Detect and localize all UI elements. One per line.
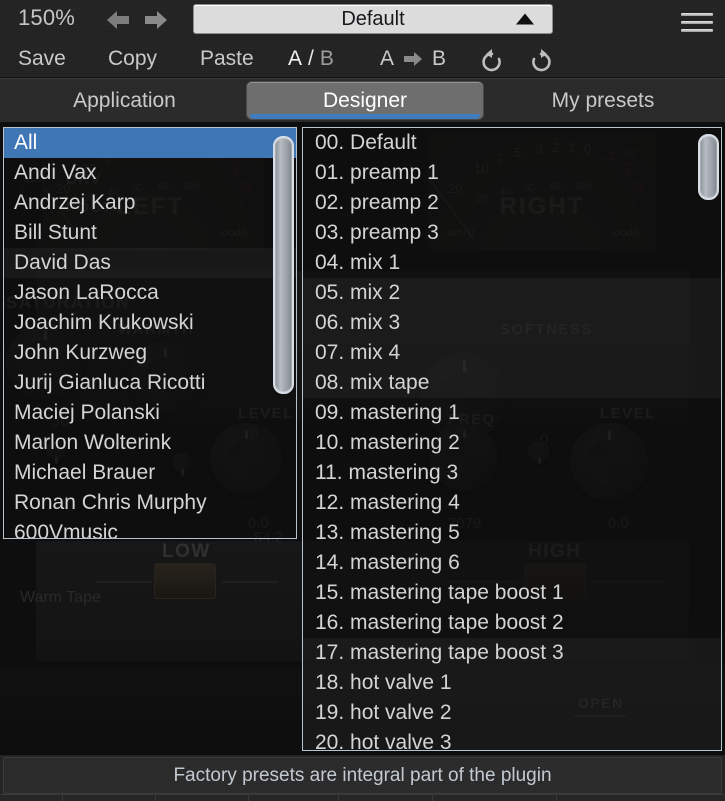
list-item[interactable]: Jurij Gianluca Ricotti [4,368,296,398]
plugin-preset-browser-window: 20 10 7 5 3 2 1 0 20 40 60 80 100 1 2 3 [0,0,725,801]
preset-nav-arrows [105,7,175,33]
save-button[interactable]: Save [18,40,66,78]
list-item[interactable]: 05. mix 2 [303,278,721,308]
list-item[interactable]: Jason LaRocca [4,278,296,308]
preset-select-combobox[interactable]: Default [193,4,553,34]
list-item[interactable]: Bill Stunt [4,218,296,248]
preset-list-scrollbar[interactable] [698,132,719,746]
toolbar: Save Copy Paste A / B A B [0,40,725,78]
list-item[interactable]: Ronan Chris Murphy [4,488,296,518]
list-item[interactable]: John Kurzweg [4,338,296,368]
designer-list-scroll-thumb[interactable] [273,136,294,394]
list-item[interactable]: Michael Brauer [4,458,296,488]
status-message: Factory presets are integral part of the… [173,764,552,786]
list-item[interactable]: 09. mastering 1 [303,398,721,428]
list-item[interactable]: 15. mastering tape boost 1 [303,578,721,608]
list-item[interactable]: 13. mastering 5 [303,518,721,548]
tab-bar: Application Designer My presets [0,78,725,123]
copy-button[interactable]: Copy [108,40,157,78]
list-item[interactable]: David Das [4,248,296,278]
arrow-right-icon [401,49,425,69]
undo-icon[interactable] [478,46,506,74]
status-bar: Factory presets are integral part of the… [3,757,722,794]
list-item[interactable]: 17. mastering tape boost 3 [303,638,721,668]
preset-list[interactable]: 00. Default 01. preamp 1 02. preamp 2 03. p… [303,128,721,750]
ab-copy-a: A [380,47,395,70]
list-item[interactable]: 12. mastering 4 [303,488,721,518]
list-item[interactable]: 18. hot valve 1 [303,668,721,698]
ab-compare-button[interactable]: A / B [288,40,334,78]
list-item[interactable]: 10. mastering 2 [303,428,721,458]
preset-select-value: Default [341,7,405,30]
ab-compare-a: A [288,47,303,70]
list-item[interactable]: Joachim Krukowski [4,308,296,338]
list-item[interactable]: 16. mastering tape boost 2 [303,608,721,638]
list-item[interactable]: All [4,128,296,158]
list-item[interactable]: 00. Default [303,128,721,158]
list-item[interactable]: 11. mastering 3 [303,458,721,488]
list-item[interactable]: 01. preamp 1 [303,158,721,188]
list-item[interactable]: 20. hot valve 3 [303,728,721,750]
arrow-left-icon[interactable] [105,7,135,33]
list-item[interactable]: 07. mix 4 [303,338,721,368]
designer-list-pane: All Andi Vax Andrzej Karp Bill Stunt David D… [3,127,297,539]
list-item[interactable]: Andrzej Karp [4,188,296,218]
list-item[interactable]: 600Vmusic [4,518,296,538]
hamburger-menu-icon[interactable] [679,8,715,32]
list-item[interactable]: 04. mix 1 [303,248,721,278]
ab-compare-b: B [319,47,334,70]
preset-list-pane: 00. Default 01. preamp 1 02. preamp 2 03. p… [302,127,722,751]
list-item[interactable]: 08. mix tape [303,368,721,398]
tab-designer[interactable]: Designer [247,82,483,119]
list-item[interactable]: 19. hot valve 2 [303,698,721,728]
bottom-strip [0,794,725,801]
list-item[interactable]: 06. mix 3 [303,308,721,338]
ab-copy-b: B [432,47,447,70]
list-item[interactable]: 02. preamp 2 [303,188,721,218]
header-bar: 150% Default Save Copy Paste A / B A B [0,0,725,78]
redo-icon[interactable] [527,46,555,74]
zoom-level-label[interactable]: 150% [18,5,75,31]
list-item[interactable]: 03. preamp 3 [303,218,721,248]
designer-list[interactable]: All Andi Vax Andrzej Karp Bill Stunt David D… [4,128,296,538]
list-item[interactable]: Maciej Polanski [4,398,296,428]
ab-compare-separator: / [308,47,314,70]
tab-application[interactable]: Application [6,82,243,119]
triangle-up-icon [516,13,534,25]
list-item[interactable]: Andi Vax [4,158,296,188]
preset-list-scroll-thumb[interactable] [698,134,719,200]
list-item[interactable]: 14. mastering 6 [303,548,721,578]
ab-copy-button[interactable]: A B [380,40,446,78]
designer-list-scrollbar[interactable] [273,132,294,534]
list-item[interactable]: Marlon Wolterink [4,428,296,458]
arrow-right-icon[interactable] [141,7,171,33]
paste-button[interactable]: Paste [200,40,254,78]
tab-my-presets[interactable]: My presets [487,82,719,119]
